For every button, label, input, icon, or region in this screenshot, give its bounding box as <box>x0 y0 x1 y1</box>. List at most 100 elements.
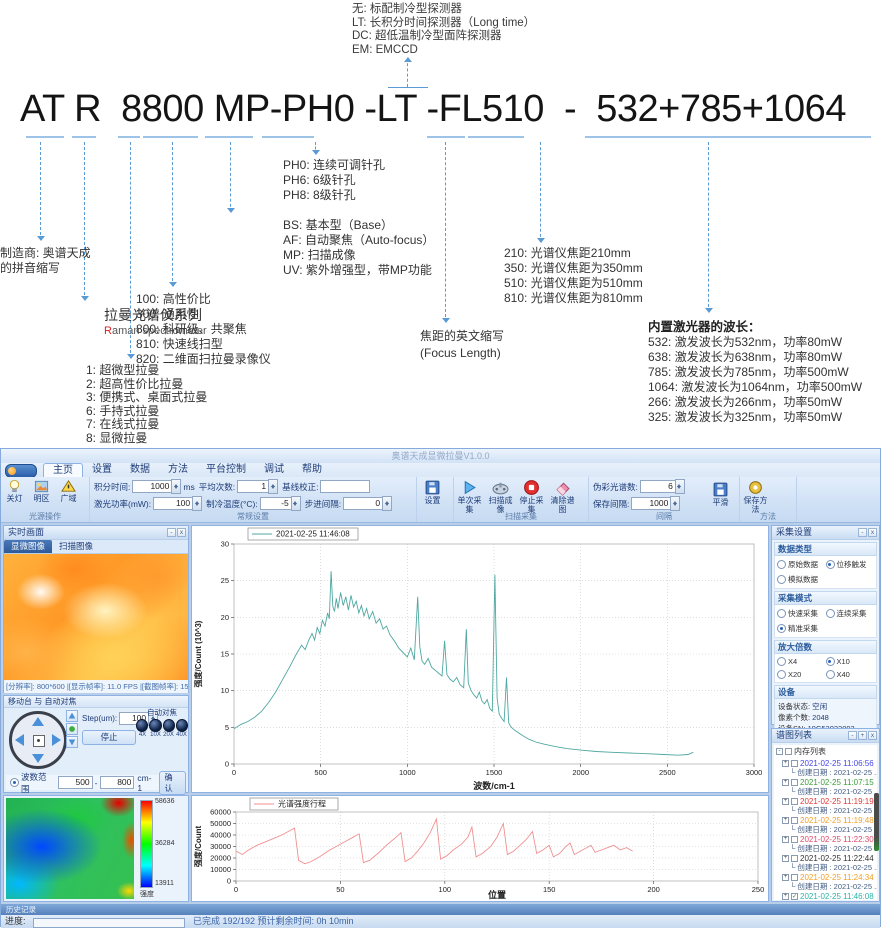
integration-time-input[interactable]: 1000 <box>132 480 172 493</box>
tree-item-checkbox-3[interactable] <box>791 817 798 824</box>
tree-item-expander-icon-5[interactable]: + <box>782 855 789 862</box>
history-tab[interactable]: 历史记录 <box>6 905 36 914</box>
option-2-2[interactable]: X20 <box>777 670 826 679</box>
tree-item-checkbox-1[interactable] <box>791 779 798 786</box>
tree-item-checkbox-2[interactable] <box>791 798 798 805</box>
autofocus-knob-4X[interactable] <box>136 719 148 732</box>
z-up-button[interactable] <box>66 710 78 722</box>
tree-item-expander-icon-2[interactable]: + <box>782 798 789 805</box>
light-off-button[interactable]: 关灯 <box>1 479 28 503</box>
laser-power-spinner[interactable] <box>192 496 202 511</box>
tree-item-2[interactable]: +2021-02-25 11:19:19 <box>774 796 877 806</box>
dpad-center-button[interactable] <box>33 735 45 747</box>
pseudocolor-count-spinner[interactable] <box>675 479 685 494</box>
tree-root-expander-icon[interactable]: - <box>776 748 783 755</box>
baseline-correction-input[interactable] <box>320 480 370 493</box>
tree-item-3[interactable]: +2021-02-25 11:19:48 <box>774 815 877 825</box>
stop-acquire-button[interactable]: 停止采集 <box>516 479 547 514</box>
list-add-icon[interactable]: + <box>858 731 867 740</box>
autofocus-knob-40X[interactable] <box>176 719 188 732</box>
tree-item-checkbox-6[interactable] <box>791 874 798 881</box>
radio-0-2[interactable] <box>777 575 786 584</box>
range-radio[interactable] <box>10 778 19 787</box>
tree-root-checkbox[interactable] <box>785 748 792 755</box>
step-interval-input[interactable]: 0 <box>343 497 383 510</box>
dpad-down-icon[interactable] <box>32 754 44 763</box>
tree-item-checkbox-4[interactable] <box>791 836 798 843</box>
microscope-live-image[interactable] <box>4 554 188 680</box>
tree-item-4[interactable]: +2021-02-25 11:22:30 <box>774 834 877 844</box>
option-0-2[interactable]: 模拟数据 <box>777 574 826 585</box>
save-interval-spinner[interactable] <box>670 496 680 511</box>
list-minimize-icon[interactable]: - <box>848 731 857 740</box>
settings-close-icon[interactable]: x <box>868 528 877 537</box>
tree-item-expander-icon-3[interactable]: + <box>782 817 789 824</box>
camera-tab-0[interactable]: 显微图像 <box>4 540 52 553</box>
tree-item-5[interactable]: +2021-02-25 11:22:44 <box>774 853 877 863</box>
camera-tab-1[interactable]: 扫描图像 <box>52 540 100 553</box>
menu-tab-1[interactable]: 设置 <box>83 463 121 477</box>
option-2-1[interactable]: X10 <box>826 657 875 666</box>
stage-stop-button[interactable]: 停止 <box>82 730 136 745</box>
menu-tab-2[interactable]: 数据 <box>121 463 159 477</box>
cooling-temp-spinner[interactable] <box>291 496 301 511</box>
file-menu-button[interactable] <box>5 464 37 478</box>
save-method-button[interactable]: 保存方法 <box>740 479 771 514</box>
option-2-0[interactable]: X4 <box>777 657 826 666</box>
tree-item-expander-icon-1[interactable]: + <box>782 779 789 786</box>
scan-imaging-button[interactable]: 扫描成像 <box>485 479 516 514</box>
tree-item-expander-icon-0[interactable]: + <box>782 760 789 767</box>
autofocus-knob-10X[interactable] <box>149 719 161 732</box>
tree-item-6[interactable]: +2021-02-25 11:24:34 <box>774 872 877 882</box>
tree-item-expander-icon-7[interactable]: + <box>782 893 789 900</box>
option-0-1[interactable]: 位移触发 <box>826 559 875 570</box>
save-interval-input[interactable]: 1000 <box>631 497 671 510</box>
smooth-button[interactable]: 平滑 <box>705 481 736 507</box>
dpad-left-icon[interactable] <box>15 734 24 746</box>
tree-item-1[interactable]: +2021-02-25 11:07:15 <box>774 777 877 787</box>
tree-item-expander-icon-6[interactable]: + <box>782 874 789 881</box>
settings-pin-icon[interactable]: - <box>858 528 867 537</box>
z-home-button[interactable] <box>66 723 78 735</box>
menu-tab-0[interactable]: 主页 <box>43 463 83 477</box>
panel-close-icon[interactable]: x <box>177 528 186 537</box>
option-1-1[interactable]: 连续采集 <box>826 608 875 619</box>
menu-tab-4[interactable]: 平台控制 <box>197 463 255 477</box>
radio-2-3[interactable] <box>826 670 835 679</box>
option-1-0[interactable]: 快速采集 <box>777 608 826 619</box>
average-count-input[interactable]: 1 <box>237 480 269 493</box>
z-down-button[interactable] <box>66 736 78 748</box>
tree-item-checkbox-7[interactable]: ✓ <box>791 893 798 900</box>
range-from-input[interactable]: 500 <box>58 776 93 789</box>
radio-2-2[interactable] <box>777 670 786 679</box>
radio-1-0[interactable] <box>777 609 786 618</box>
option-1-2[interactable]: 精准采集 <box>777 623 826 634</box>
ribbon-settings-button[interactable]: 设置 <box>417 479 448 505</box>
pseudocolor-count-input[interactable]: 6 <box>640 480 676 493</box>
radio-1-1[interactable] <box>826 609 835 618</box>
average-count-spinner[interactable] <box>268 479 278 494</box>
tree-item-checkbox-5[interactable] <box>791 855 798 862</box>
laser-power-input[interactable]: 100 <box>153 497 193 510</box>
radio-0-0[interactable] <box>777 560 786 569</box>
menu-tab-5[interactable]: 调试 <box>255 463 293 477</box>
menu-tab-6[interactable]: 帮助 <box>293 463 331 477</box>
tree-item-7[interactable]: +✓2021-02-25 11:46:08 <box>774 891 877 900</box>
tree-item-checkbox-0[interactable] <box>791 760 798 767</box>
range-to-input[interactable]: 800 <box>100 776 135 789</box>
intensity-heatmap[interactable] <box>6 798 134 899</box>
tree-item-expander-icon-4[interactable]: + <box>782 836 789 843</box>
list-close-icon[interactable]: x <box>868 731 877 740</box>
radio-0-1[interactable] <box>826 560 835 569</box>
autofocus-knob-20X[interactable] <box>163 719 175 732</box>
menu-tab-3[interactable]: 方法 <box>159 463 197 477</box>
radio-2-1[interactable] <box>826 657 835 666</box>
list-scrollbar[interactable] <box>874 793 879 851</box>
option-2-3[interactable]: X40 <box>826 670 875 679</box>
range-confirm-button[interactable]: 确认 <box>159 771 186 795</box>
option-0-0[interactable]: 原始数据 <box>777 559 826 570</box>
dpad-right-icon[interactable] <box>52 734 61 746</box>
panel-pin-icon[interactable]: - <box>167 528 176 537</box>
radio-2-0[interactable] <box>777 657 786 666</box>
single-acquire-button[interactable]: 单次采集 <box>454 479 485 514</box>
